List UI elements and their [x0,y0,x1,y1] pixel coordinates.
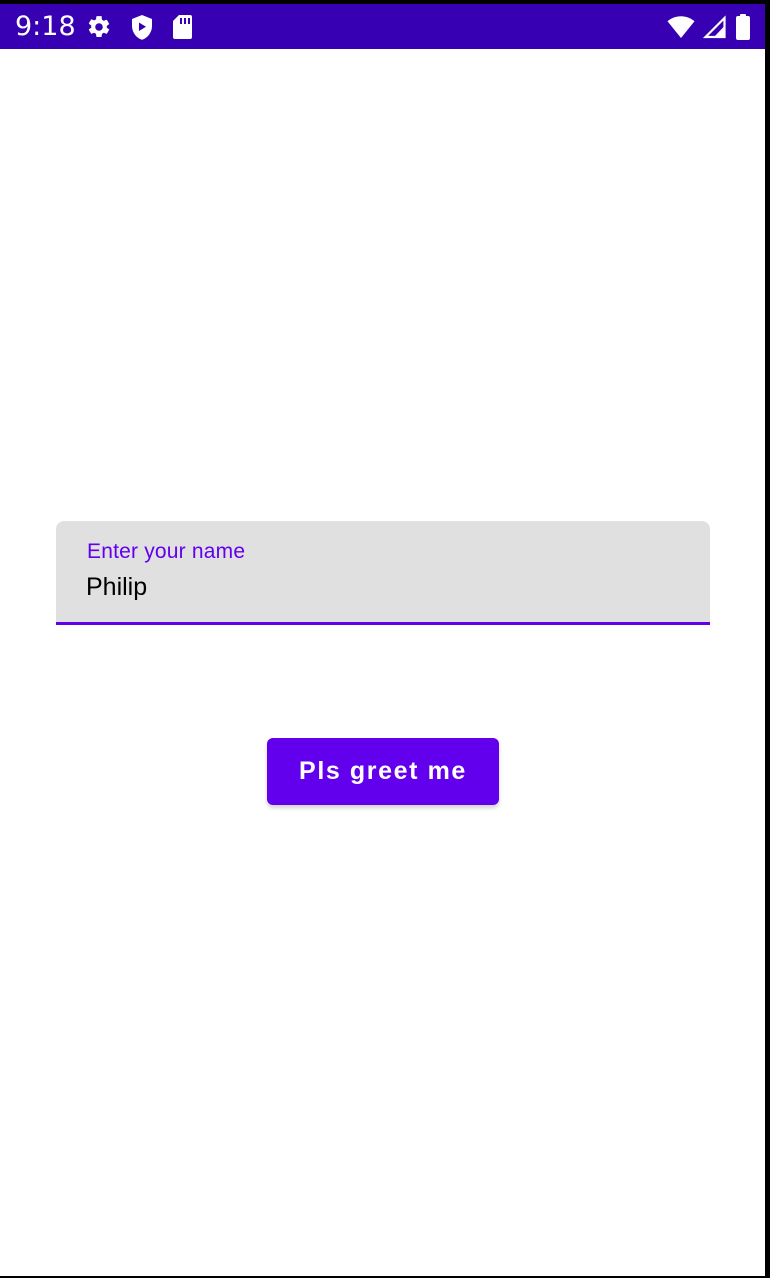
name-field-label: Enter your name [87,540,246,563]
name-input[interactable] [86,570,666,604]
shield-play-icon [130,14,154,41]
gear-icon [86,14,112,40]
status-notification-icons [86,13,193,41]
name-text-field[interactable]: Enter your name [56,521,710,625]
greet-button[interactable]: Pls greet me [267,738,499,805]
sd-card-icon [172,14,193,40]
status-time: 9:18 [15,11,76,42]
status-system-icons [667,13,751,41]
status-bar: 9:18 [0,4,765,49]
main-content: Enter your name Pls greet me [0,49,765,1276]
device-screen: 9:18 Enter your name Philip Pls greet me [0,0,770,1278]
signal-icon [703,15,727,39]
battery-icon [735,13,751,41]
wifi-icon [667,15,695,39]
